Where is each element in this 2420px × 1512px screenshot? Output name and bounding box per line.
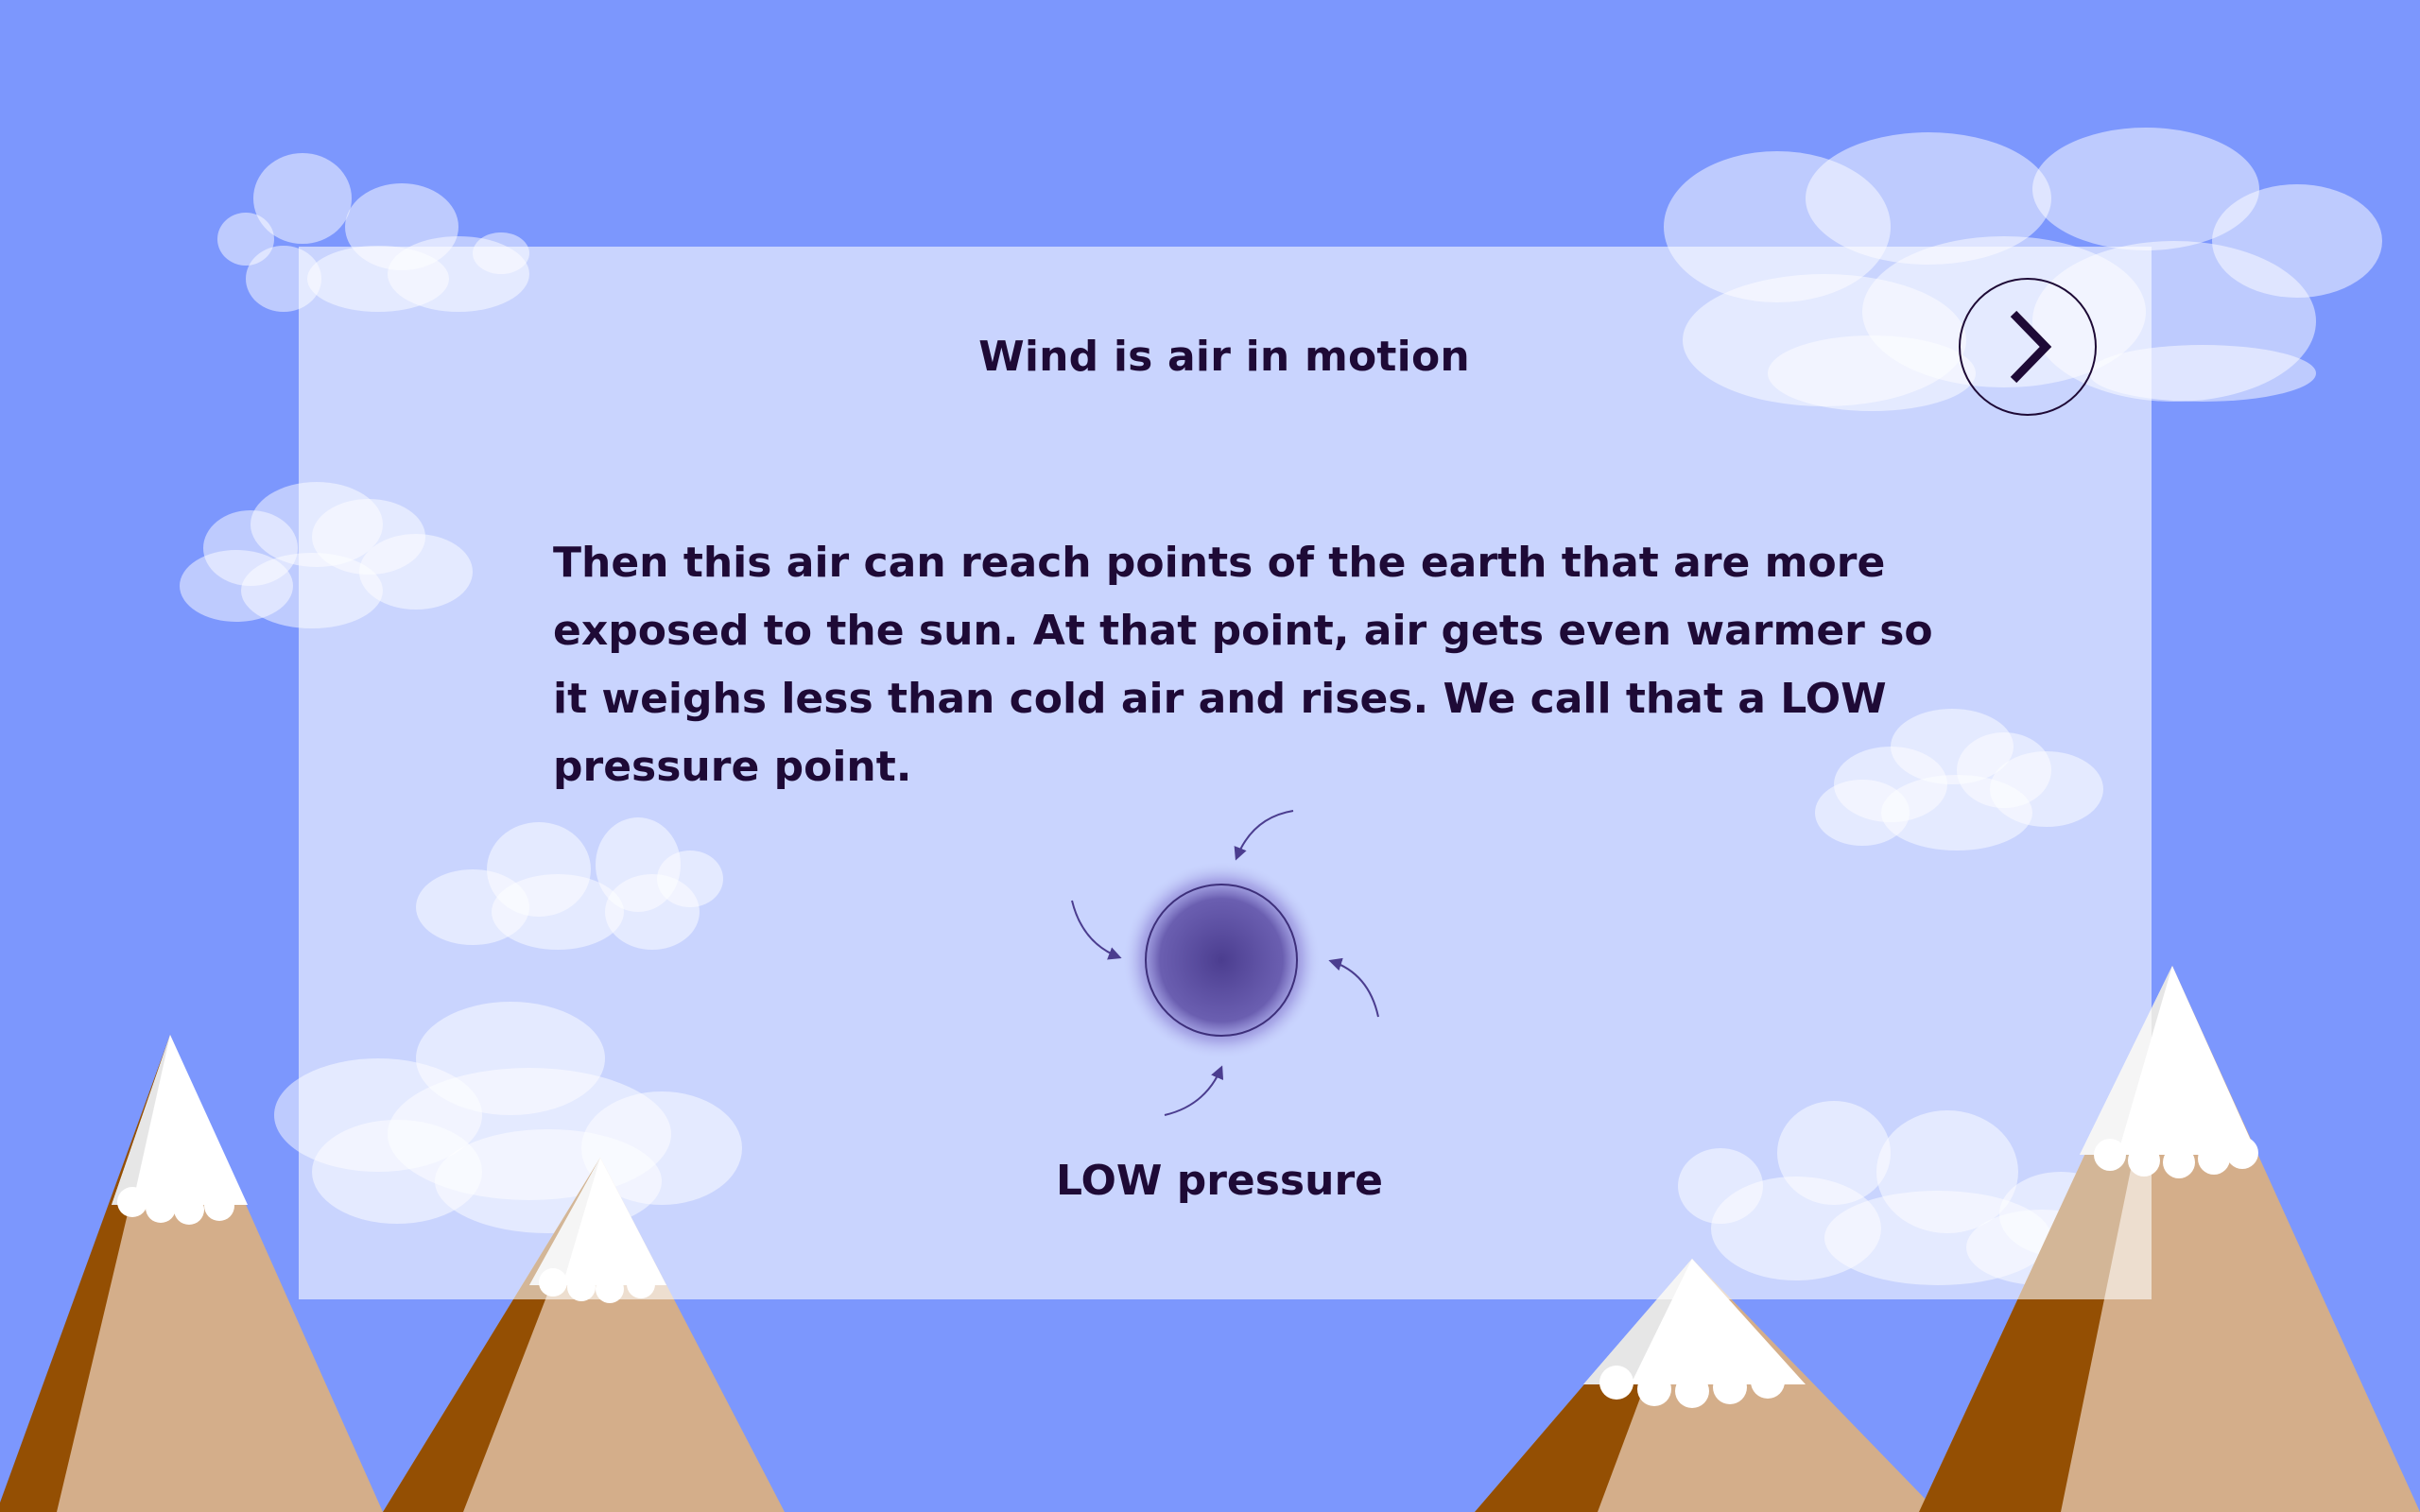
arrow-top [1234, 810, 1294, 861]
slide-body-text: Then this air can reach points of the ea… [553, 539, 1933, 791]
diagram-caption: LOW pressure [1055, 1157, 1383, 1205]
arrow-bottom [1164, 1065, 1224, 1116]
arrow-left [1071, 900, 1122, 960]
low-pressure-diagram [1071, 810, 1379, 1116]
slide-screen: Wind is air in motion Then this air can … [0, 0, 2420, 1512]
low-pressure-glow [1122, 861, 1321, 1059]
arrow-right [1328, 957, 1379, 1018]
next-button[interactable] [1959, 278, 2097, 416]
chevron-right-icon [2010, 310, 2052, 384]
